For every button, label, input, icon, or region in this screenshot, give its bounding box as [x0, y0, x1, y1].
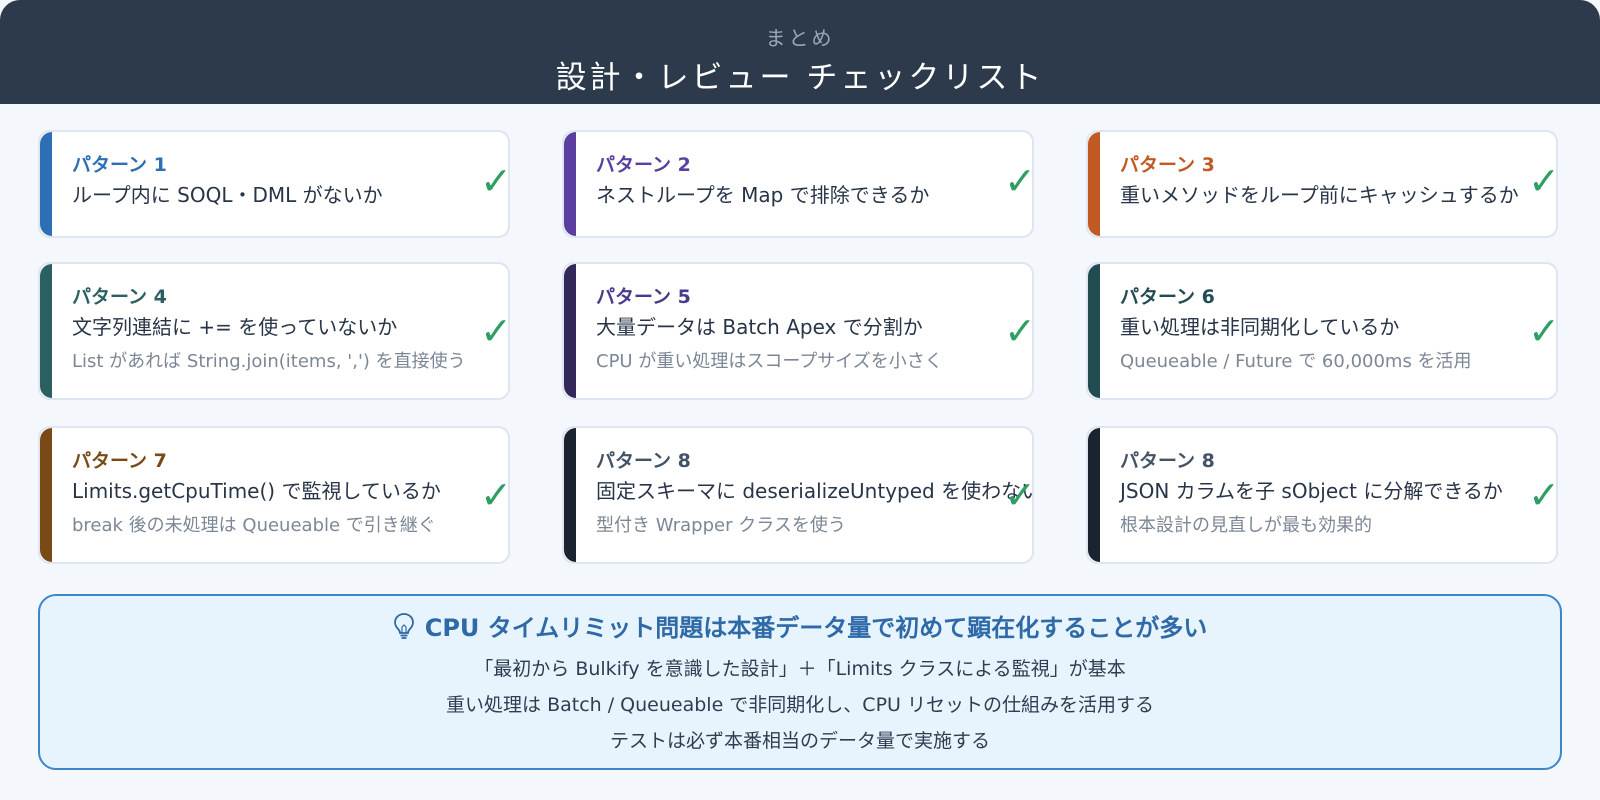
- card-hint: Queueable / Future で 60,000ms を活用: [1120, 351, 1472, 372]
- checklist-card: パターン 5 大量データは Batch Apex で分割か CPU が重い処理は…: [562, 262, 1034, 400]
- check-icon: ✓: [1004, 159, 1034, 203]
- card-accent-bar: [40, 264, 52, 398]
- summary-line: 「最初から Bulkify を意識した設計」＋「Limits クラスによる監視」…: [474, 658, 1126, 680]
- card-question: JSON カラムを子 sObject に分解できるか: [1120, 479, 1503, 503]
- card-question: Limits.getCpuTime() で監視しているか: [72, 479, 441, 503]
- page-title: 設計・レビュー チェックリスト: [555, 60, 1045, 96]
- card-hint: CPU が重い処理はスコープサイズを小さく: [596, 351, 943, 372]
- card-accent-bar: [1088, 132, 1100, 236]
- card-question: 大量データは Batch Apex で分割か: [596, 315, 923, 339]
- summary-line: 重い処理は Batch / Queueable で非同期化し、CPU リセットの…: [446, 694, 1154, 716]
- check-icon: ✓: [1004, 473, 1034, 517]
- checklist-card: パターン 6 重い処理は非同期化しているか Queueable / Future…: [1086, 262, 1558, 400]
- check-icon: ✓: [480, 159, 510, 203]
- card-accent-bar: [1088, 264, 1100, 398]
- summary-line: テストは必ず本番相当のデータ量で実施する: [609, 730, 990, 752]
- checklist-card: パターン 8 JSON カラムを子 sObject に分解できるか 根本設計の見…: [1086, 426, 1558, 564]
- card-accent-bar: [564, 264, 576, 398]
- lightbulb-icon: [393, 612, 415, 646]
- card-accent-bar: [564, 132, 576, 236]
- checklist-card: パターン 2 ネストループを Map で排除できるか ✓: [562, 130, 1034, 238]
- checklist-card: パターン 4 文字列連結に += を使っていないか List があれば Stri…: [38, 262, 510, 400]
- card-pattern-label: パターン 8: [1120, 450, 1215, 472]
- summary-headline-row: CPU タイムリミット問題は本番データ量で初めて顕在化することが多い: [40, 608, 1560, 646]
- summary-headline: CPU タイムリミット問題は本番データ量で初めて顕在化することが多い: [424, 614, 1208, 642]
- check-icon: ✓: [480, 473, 510, 517]
- card-hint: List があれば String.join(items, ',') を直接使う: [72, 351, 466, 372]
- card-pattern-label: パターン 5: [596, 286, 691, 308]
- card-pattern-label: パターン 6: [1120, 286, 1215, 308]
- checklist-card: パターン 3 重いメソッドをループ前にキャッシュするか ✓: [1086, 130, 1558, 238]
- card-accent-bar: [40, 428, 52, 562]
- card-pattern-label: パターン 3: [1120, 154, 1215, 176]
- check-icon: ✓: [480, 309, 510, 353]
- card-accent-bar: [40, 132, 52, 236]
- card-hint: 根本設計の見直しが最も効果的: [1120, 515, 1372, 536]
- summary-panel: CPU タイムリミット問題は本番データ量で初めて顕在化することが多い 「最初から…: [38, 594, 1562, 770]
- check-icon: ✓: [1528, 309, 1558, 353]
- card-question: ループ内に SOQL・DML がないか: [72, 183, 383, 207]
- card-pattern-label: パターン 1: [72, 154, 167, 176]
- checklist-card: パターン 8 固定スキーマに deserializeUntyped を使わないか…: [562, 426, 1034, 564]
- check-icon: ✓: [1528, 473, 1558, 517]
- card-question: 文字列連結に += を使っていないか: [72, 315, 398, 339]
- card-pattern-label: パターン 8: [596, 450, 691, 472]
- page-subtitle: まとめ: [765, 26, 835, 50]
- card-question: 重いメソッドをループ前にキャッシュするか: [1120, 183, 1519, 207]
- checklist-card: パターン 7 Limits.getCpuTime() で監視しているか brea…: [38, 426, 510, 564]
- page-header: まとめ 設計・レビュー チェックリスト: [0, 0, 1600, 104]
- check-icon: ✓: [1004, 309, 1034, 353]
- card-question: 重い処理は非同期化しているか: [1120, 315, 1400, 339]
- checklist-card: パターン 1 ループ内に SOQL・DML がないか ✓: [38, 130, 510, 238]
- card-hint: 型付き Wrapper クラスを使う: [596, 515, 846, 536]
- card-pattern-label: パターン 4: [72, 286, 167, 308]
- card-accent-bar: [564, 428, 576, 562]
- card-pattern-label: パターン 2: [596, 154, 691, 176]
- card-accent-bar: [1088, 428, 1100, 562]
- card-hint: break 後の未処理は Queueable で引き継ぐ: [72, 515, 436, 536]
- card-pattern-label: パターン 7: [72, 450, 167, 472]
- check-icon: ✓: [1528, 159, 1558, 203]
- card-question: 固定スキーマに deserializeUntyped を使わないか: [596, 479, 1034, 503]
- card-question: ネストループを Map で排除できるか: [596, 183, 930, 207]
